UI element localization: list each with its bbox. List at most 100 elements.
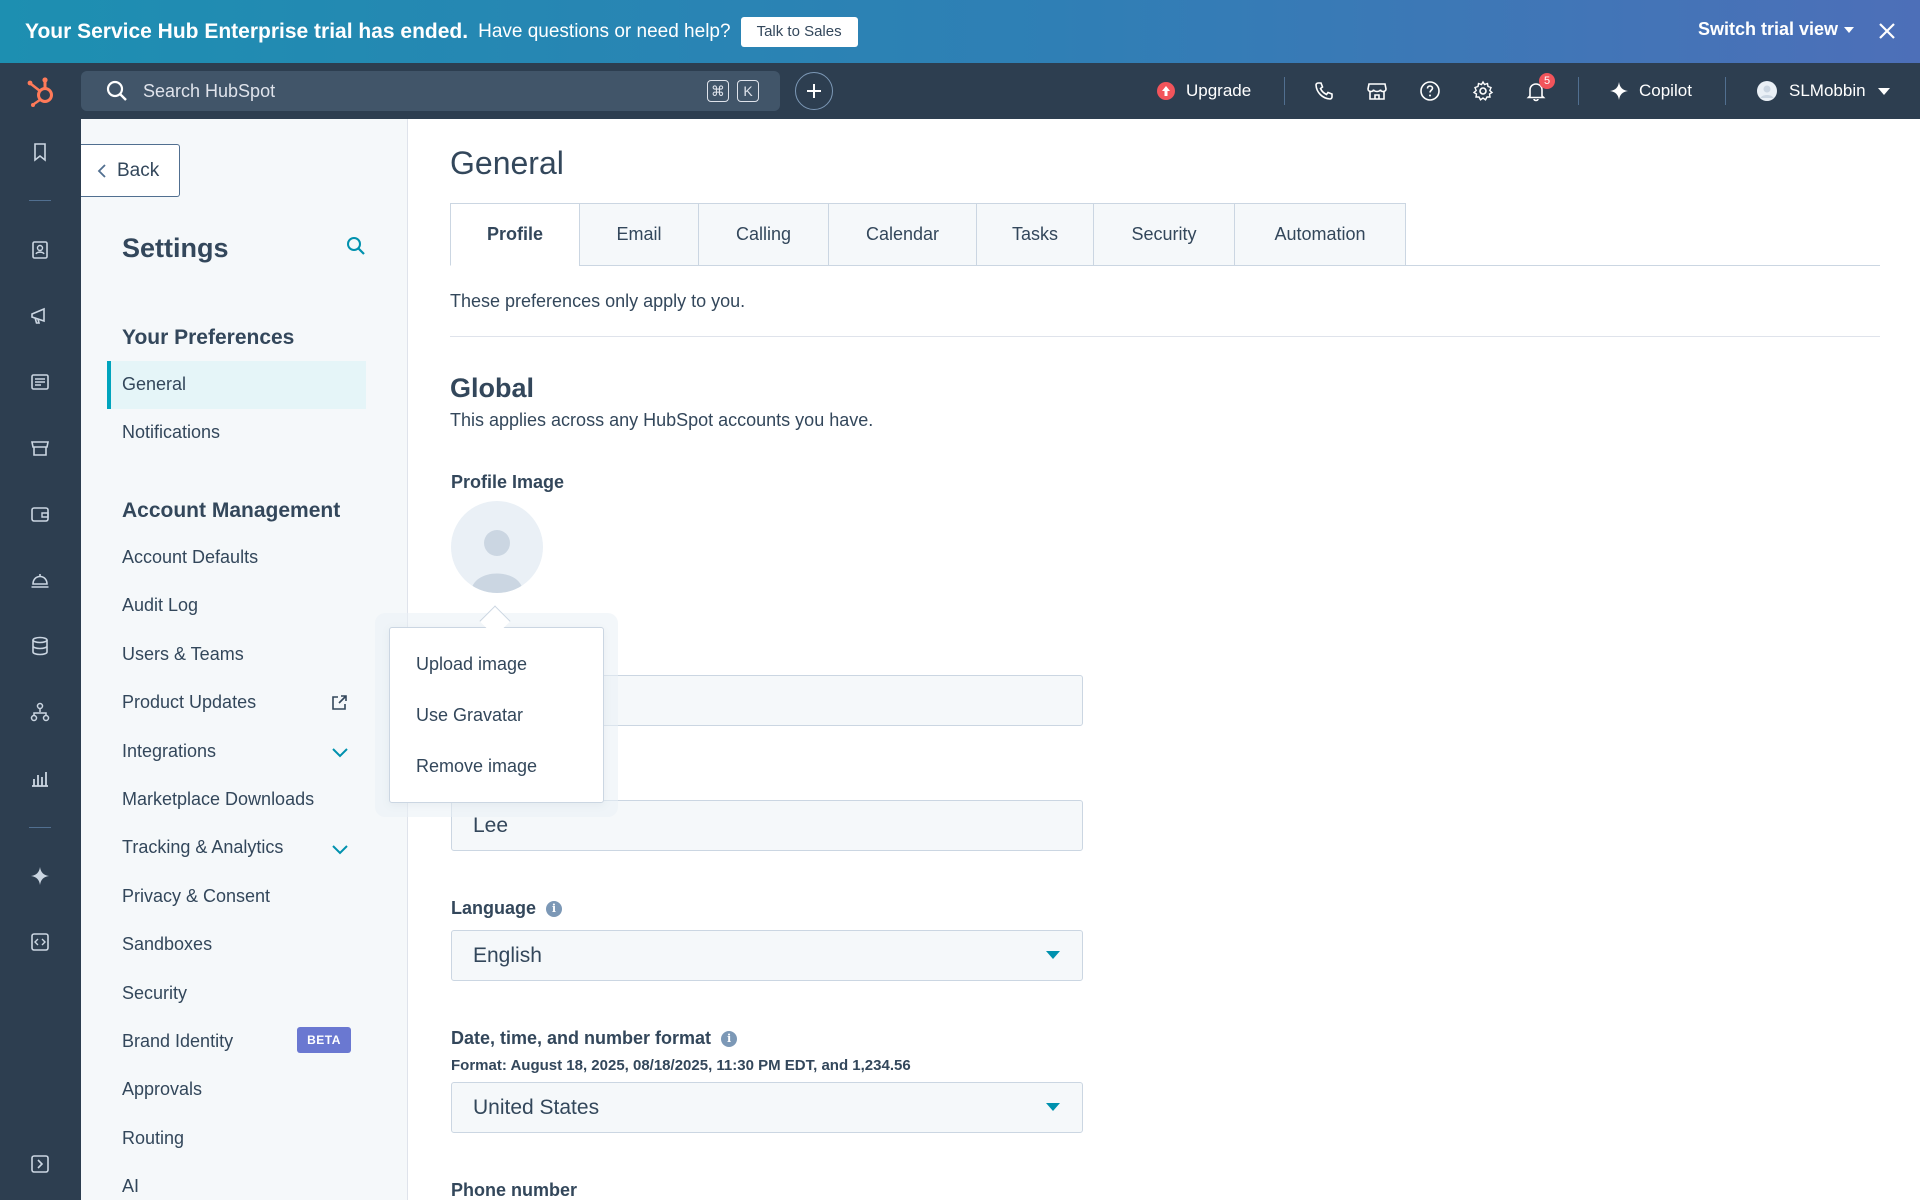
- notification-count-badge: 5: [1539, 73, 1555, 89]
- tab-security[interactable]: Security: [1093, 203, 1234, 266]
- settings-sidebar: Back Settings Your Preferences General N…: [81, 119, 408, 1200]
- language-value: English: [473, 943, 542, 967]
- sidebar-item-marketplace-downloads[interactable]: Marketplace Downloads: [122, 789, 314, 810]
- sidebar-item-privacy-consent[interactable]: Privacy & Consent: [122, 886, 270, 907]
- copilot-button[interactable]: Copilot: [1609, 63, 1692, 119]
- format-example: Format: August 18, 2025, 08/18/2025, 11:…: [451, 1057, 911, 1074]
- sidebar-item-sandboxes[interactable]: Sandboxes: [122, 934, 212, 955]
- sidebar-item-approvals[interactable]: Approvals: [122, 1079, 202, 1100]
- info-icon[interactable]: i: [546, 900, 563, 917]
- service-bell-icon[interactable]: [29, 569, 51, 591]
- upgrade-button[interactable]: Upgrade: [1156, 63, 1251, 119]
- tab-calling[interactable]: Calling: [698, 203, 828, 266]
- sidebar-item-integrations[interactable]: Integrations: [122, 741, 216, 762]
- search-input[interactable]: Search HubSpot ⌘ K: [81, 71, 780, 111]
- settings-tabs: Profile Email Calling Calendar Tasks Sec…: [450, 203, 1406, 266]
- tab-calendar[interactable]: Calendar: [828, 203, 976, 266]
- banner-subtitle: Have questions or need help?: [478, 20, 731, 42]
- caret-down-icon: [1046, 951, 1060, 959]
- search-placeholder: Search HubSpot: [143, 80, 276, 101]
- tab-tasks[interactable]: Tasks: [976, 203, 1093, 266]
- user-placeholder-icon: [471, 530, 523, 593]
- global-heading: Global: [450, 373, 535, 403]
- nav-divider: [1578, 77, 1579, 105]
- sidebar-item-audit-log[interactable]: Audit Log: [122, 595, 198, 616]
- beta-badge: BETA: [297, 1027, 351, 1053]
- code-icon[interactable]: [29, 931, 51, 953]
- copilot-label: Copilot: [1639, 81, 1692, 100]
- workflows-icon[interactable]: [29, 701, 51, 723]
- sidebar-item-tracking-analytics[interactable]: Tracking & Analytics: [122, 837, 283, 858]
- sidebar-item-routing[interactable]: Routing: [122, 1128, 184, 1149]
- remove-image-option[interactable]: Remove image: [416, 756, 537, 777]
- tab-automation[interactable]: Automation: [1234, 203, 1406, 266]
- sidebar-item-users-teams[interactable]: Users & Teams: [122, 644, 244, 665]
- format-label: Date, time, and number format i: [451, 1028, 738, 1049]
- section-heading-account-management: Account Management: [122, 499, 341, 522]
- upload-image-option[interactable]: Upload image: [416, 654, 527, 675]
- trial-banner: Your Service Hub Enterprise trial has en…: [0, 0, 1920, 63]
- content-icon[interactable]: [29, 371, 51, 393]
- contacts-icon[interactable]: [29, 239, 51, 261]
- language-label: Language i: [451, 898, 563, 919]
- bookmark-icon[interactable]: [29, 141, 51, 163]
- rail-divider: [29, 200, 51, 201]
- create-button[interactable]: [795, 72, 833, 110]
- nav-divider: [1725, 77, 1726, 105]
- reports-icon[interactable]: [29, 767, 51, 789]
- language-select[interactable]: English: [451, 930, 1083, 981]
- search-icon[interactable]: [345, 235, 367, 257]
- switch-trial-view-dropdown[interactable]: Switch trial view: [1698, 19, 1854, 40]
- sidebar-item-ai[interactable]: AI: [122, 1176, 139, 1197]
- phone-icon[interactable]: [1313, 80, 1335, 102]
- switch-trial-view-label: Switch trial view: [1697, 19, 1838, 39]
- info-icon[interactable]: i: [721, 1030, 738, 1047]
- main-content: General Profile Email Calling Calendar T…: [408, 119, 1920, 1200]
- phone-number-label: Phone number: [451, 1180, 577, 1200]
- caret-down-icon: [1844, 26, 1854, 33]
- account-menu[interactable]: SLMobbin: [1757, 63, 1890, 119]
- language-label-text: Language: [451, 898, 537, 918]
- back-button[interactable]: Back: [81, 144, 180, 197]
- global-description: This applies across any HubSpot accounts…: [450, 410, 874, 430]
- help-icon[interactable]: [1419, 80, 1441, 102]
- last-name-field[interactable]: Lee: [451, 800, 1083, 851]
- sidebar-item-product-updates[interactable]: Product Updates: [122, 692, 256, 713]
- marketplace-icon[interactable]: [1366, 80, 1388, 102]
- profile-image-label-text: Profile Image: [451, 472, 565, 492]
- page-title: General: [450, 145, 564, 181]
- gear-icon[interactable]: [1472, 80, 1494, 102]
- hubspot-logo-icon[interactable]: [25, 76, 57, 108]
- commerce-icon[interactable]: [29, 437, 51, 459]
- nav-divider: [1284, 77, 1285, 105]
- plus-icon: [807, 84, 821, 98]
- sidebar-item-security[interactable]: Security: [122, 983, 187, 1004]
- sidebar-item-general[interactable]: General: [122, 374, 186, 395]
- preferences-note: These preferences only apply to you.: [450, 291, 746, 311]
- sidebar-item-notifications[interactable]: Notifications: [122, 422, 220, 443]
- database-icon[interactable]: [29, 635, 51, 657]
- wallet-icon[interactable]: [29, 503, 51, 525]
- chevron-down-icon[interactable]: [330, 742, 350, 762]
- format-select[interactable]: United States: [451, 1082, 1083, 1133]
- caret-down-icon: [1877, 87, 1890, 95]
- profile-image-avatar[interactable]: [451, 501, 543, 593]
- use-gravatar-option[interactable]: Use Gravatar: [416, 705, 523, 726]
- back-label: Back: [117, 159, 160, 181]
- avatar: [1757, 81, 1777, 101]
- chevron-down-icon[interactable]: [330, 839, 350, 859]
- sidebar-item-brand-identity[interactable]: Brand Identity: [122, 1031, 233, 1052]
- tab-email[interactable]: Email: [579, 203, 698, 266]
- kbd-k-key: K: [737, 80, 759, 102]
- divider: [450, 336, 1880, 337]
- close-icon[interactable]: [1876, 20, 1898, 42]
- settings-title: Settings: [122, 233, 229, 263]
- sidebar-item-account-defaults[interactable]: Account Defaults: [122, 547, 258, 568]
- upgrade-label: Upgrade: [1186, 81, 1252, 100]
- sparkle-icon[interactable]: [29, 865, 51, 887]
- expand-rail-icon[interactable]: [29, 1153, 51, 1175]
- megaphone-icon[interactable]: [29, 305, 51, 327]
- talk-to-sales-button[interactable]: Talk to Sales: [740, 16, 858, 47]
- left-rail: [0, 119, 81, 1200]
- tab-profile[interactable]: Profile: [450, 203, 579, 266]
